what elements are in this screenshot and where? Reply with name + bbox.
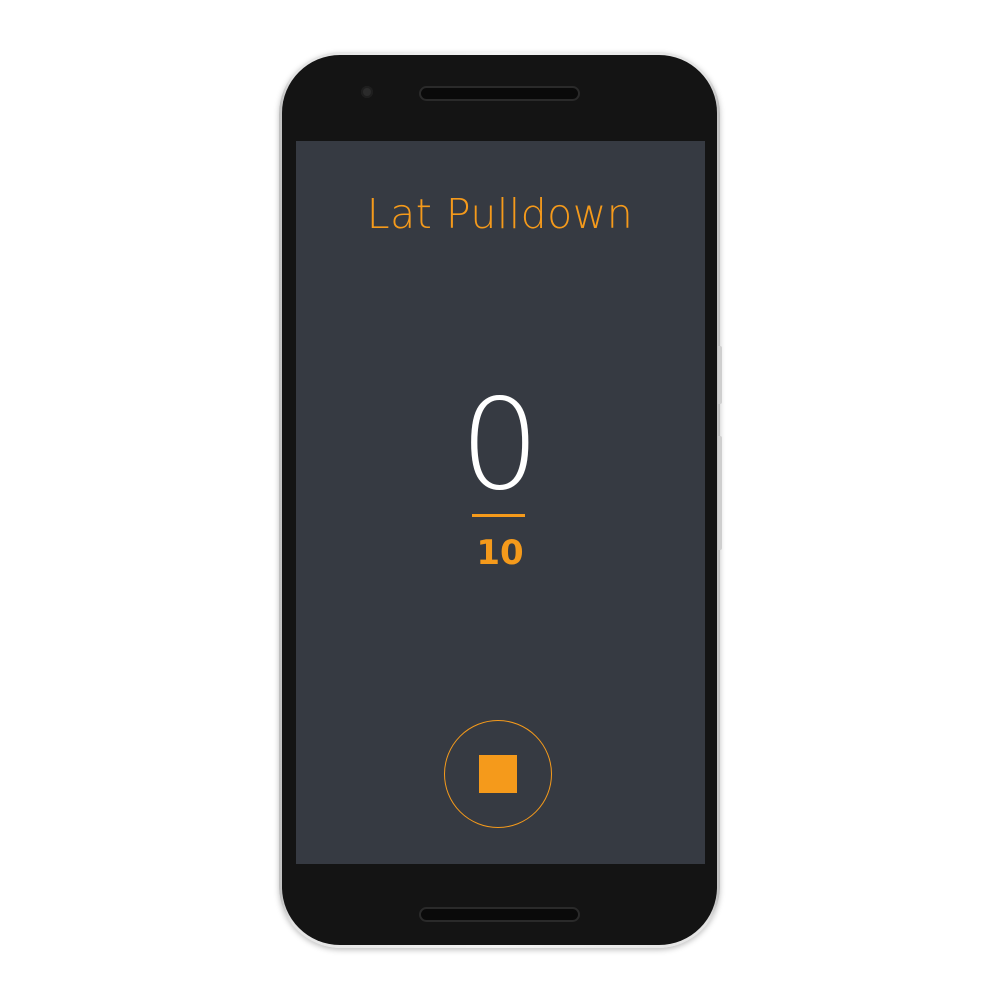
front-camera-icon [361, 86, 373, 98]
stop-square-icon [479, 755, 517, 793]
rep-divider [472, 514, 525, 517]
exercise-title: Lat Pulldown [366, 190, 634, 238]
bottom-speaker-grille [421, 909, 578, 920]
device-mockup: Lat Pulldown 0 10 [0, 0, 1000, 1000]
target-rep-count: 10 [476, 533, 524, 573]
current-rep-count: 0 [459, 371, 541, 518]
top-speaker-grille [421, 88, 578, 99]
stop-button[interactable] [444, 720, 552, 828]
